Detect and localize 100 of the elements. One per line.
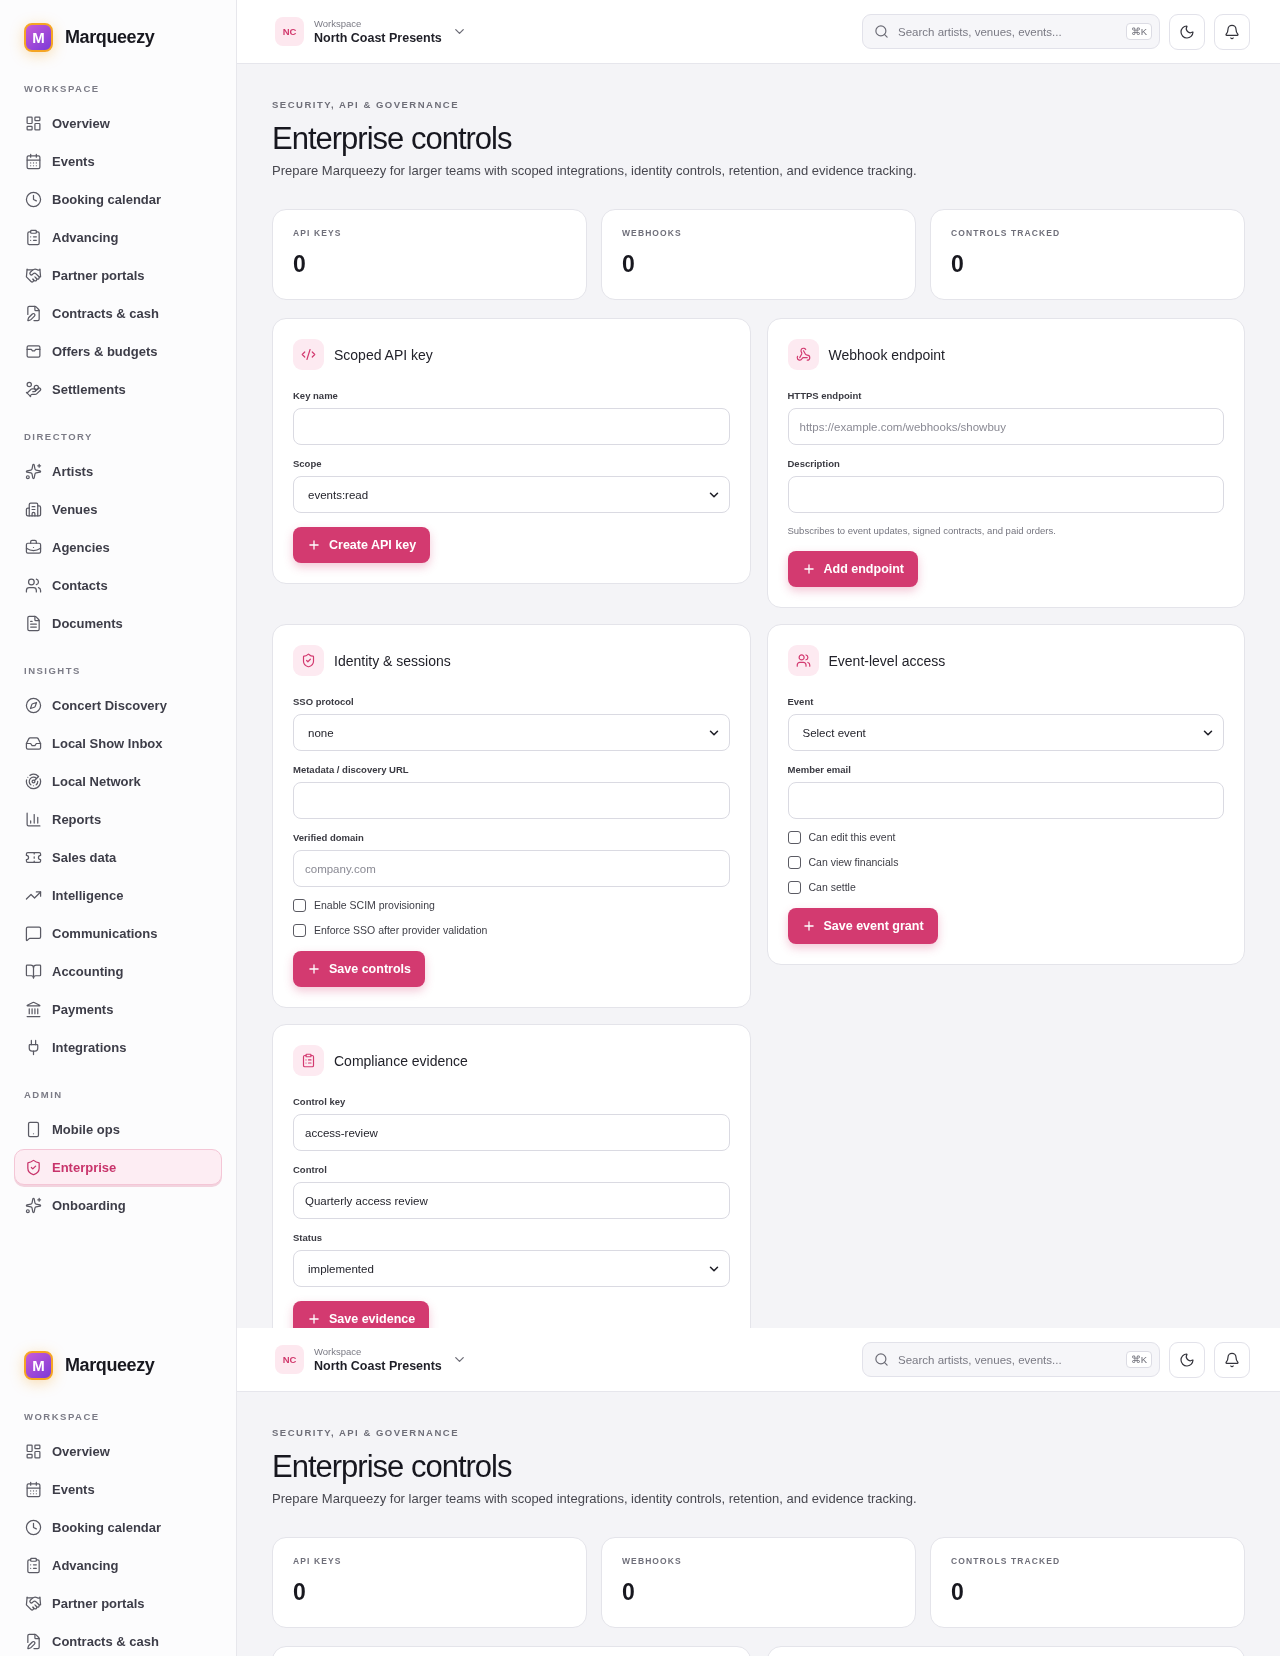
nav-item[interactable]: Partner portals	[14, 1585, 222, 1621]
input-field[interactable]	[787, 476, 1224, 513]
nav-item[interactable]: Partner portals	[14, 257, 222, 293]
stat-value: 0	[293, 1579, 307, 1605]
book-icon	[25, 962, 42, 980]
nav-item[interactable]: Mobile ops	[14, 1111, 222, 1147]
checkbox[interactable]	[293, 899, 306, 912]
nav-item[interactable]: Accounting	[14, 953, 222, 989]
nav-section-label: ADMIN	[23, 1089, 64, 1101]
page-title: Enterprise controls	[272, 121, 513, 157]
primary-button[interactable]: Create API key	[293, 527, 431, 563]
clipboard-list-icon	[25, 1556, 42, 1574]
checkbox[interactable]	[787, 856, 801, 869]
input-field[interactable]: https://example.com/webhooks/showbuy	[787, 408, 1224, 445]
input-field[interactable]	[293, 782, 730, 819]
clipboard-list-icon	[293, 1045, 324, 1076]
field-label: Control key	[293, 1095, 347, 1108]
nav-item[interactable]: Contracts & cash	[14, 295, 222, 331]
nav-item[interactable]: Sales data	[14, 839, 222, 875]
page-description: Prepare Marqueezy for larger teams with scoped integrations, identity controls, retention, and evidence tracking.	[272, 163, 918, 179]
plus-icon	[801, 562, 816, 576]
bar-chart-icon	[25, 810, 42, 828]
bank-icon	[25, 1000, 42, 1018]
field-label: Metadata / discovery URL	[293, 763, 410, 776]
select-field[interactable]: none	[293, 714, 730, 751]
input-field[interactable]: Quarterly access review	[293, 1182, 730, 1219]
shield-check-icon	[293, 645, 324, 676]
nav-item[interactable]: Overview	[14, 105, 222, 141]
input-field[interactable]: access-review	[293, 1114, 730, 1151]
select-field[interactable]: implemented	[293, 1250, 730, 1287]
nav-item[interactable]: Onboarding	[14, 1187, 222, 1223]
checkbox[interactable]	[787, 881, 801, 894]
shield-check-icon	[25, 1158, 42, 1176]
clipboard-list-icon	[25, 228, 42, 246]
input-field[interactable]: company.com	[293, 850, 730, 887]
nav-item[interactable]: Documents	[14, 605, 222, 641]
theme-button[interactable]	[1169, 13, 1205, 50]
notifications-button[interactable]	[1214, 1341, 1250, 1378]
input-field[interactable]	[787, 782, 1224, 819]
document-icon	[25, 614, 42, 632]
nav-item[interactable]: Integrations	[14, 1029, 222, 1065]
nav-item[interactable]: Booking calendar	[14, 181, 222, 217]
nav-item[interactable]: Communications	[14, 915, 222, 951]
building-icon	[25, 500, 42, 518]
nav-item[interactable]: Settlements	[14, 371, 222, 407]
nav-item[interactable]: Advancing	[14, 219, 222, 255]
primary-button[interactable]: Save controls	[293, 951, 425, 987]
checkbox-label: Can edit this event	[808, 831, 896, 844]
phone-icon	[25, 1120, 42, 1138]
field-label: Scope	[293, 457, 323, 470]
nav-item[interactable]: Contacts	[14, 567, 222, 603]
workspace-name[interactable]: North Coast Presents	[314, 1358, 442, 1374]
nav-item[interactable]: Advancing	[14, 1547, 222, 1583]
layout-grid-icon	[25, 114, 42, 132]
nav-item[interactable]: Local Show Inbox	[14, 725, 222, 761]
nav-section-label: DIRECTORY	[23, 431, 94, 443]
nav-item[interactable]: Concert Discovery	[14, 687, 222, 723]
nav-item[interactable]: Reports	[14, 801, 222, 837]
compass-icon	[25, 696, 42, 714]
plus-icon	[307, 538, 321, 552]
checkbox-label: Can settle	[808, 881, 856, 894]
nav-item[interactable]: Agencies	[14, 529, 222, 565]
nav-item[interactable]: Local Network	[14, 763, 222, 799]
nav-item[interactable]: Overview	[14, 1433, 222, 1469]
checkbox-label: Enable SCIM provisioning	[314, 899, 435, 912]
workspace-avatar: NC	[275, 17, 304, 46]
nav-item[interactable]: Venues	[14, 491, 222, 527]
primary-button[interactable]: Save evidence	[293, 1301, 430, 1328]
nav-item[interactable]: Intelligence	[14, 877, 222, 913]
input-field[interactable]	[293, 408, 730, 445]
workspace-name[interactable]: North Coast Presents	[314, 30, 442, 46]
brand-name: Marqueezy	[65, 1354, 155, 1376]
notifications-button[interactable]	[1214, 13, 1250, 50]
primary-button[interactable]: Add endpoint	[787, 551, 919, 587]
layout-grid-icon	[25, 1442, 42, 1460]
message-icon	[25, 924, 42, 942]
workspace-caption: Workspace	[314, 17, 363, 29]
nav-item[interactable]: Enterprise	[14, 1149, 222, 1185]
nav-item[interactable]: Events	[14, 143, 222, 179]
nav-item[interactable]: Booking calendar	[14, 1509, 222, 1545]
checkbox[interactable]	[293, 924, 306, 937]
select-field[interactable]: Select event	[787, 714, 1224, 751]
nav-item[interactable]: Offers & budgets	[14, 333, 222, 369]
brand-logo: M	[24, 1350, 53, 1380]
plus-icon	[307, 962, 321, 976]
nav-item[interactable]: Payments	[14, 991, 222, 1027]
stat-value: 0	[293, 251, 307, 277]
webhook-icon	[787, 339, 819, 370]
nav-item[interactable]: Contracts & cash	[14, 1623, 222, 1656]
select-field[interactable]: events:read	[293, 476, 730, 513]
workspace-caption: Workspace	[314, 1345, 363, 1357]
nav-item[interactable]: Events	[14, 1471, 222, 1507]
nav-item[interactable]: Artists	[14, 453, 222, 489]
radar-icon	[25, 772, 42, 790]
primary-button[interactable]: Save event grant	[787, 908, 938, 944]
theme-button[interactable]	[1169, 1341, 1205, 1378]
shortcut-key: ⌘K	[1125, 1351, 1152, 1368]
checkbox[interactable]	[787, 831, 801, 844]
field-label: Control	[293, 1163, 328, 1176]
sparkles-icon	[25, 462, 42, 480]
